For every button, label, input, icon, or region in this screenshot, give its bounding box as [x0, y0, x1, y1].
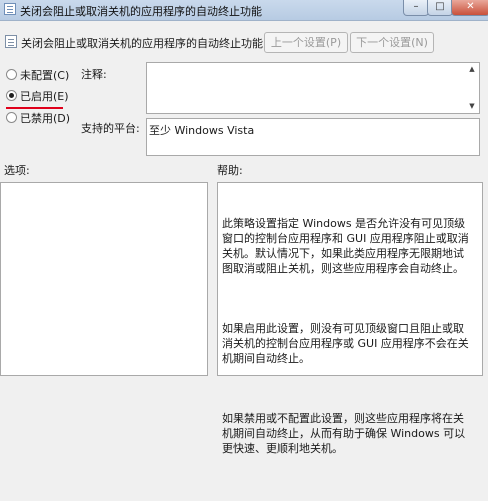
radio-label: 已启用(E): [20, 90, 69, 103]
setting-title: 关闭会阻止或取消关机的应用程序的自动终止功能: [21, 37, 263, 50]
radio-indicator[interactable]: [6, 112, 17, 123]
help-paragraph: 如果禁用或不配置此设置，则这些应用程序将在关机期间自动终止，从而有助于确保 Wi…: [222, 412, 466, 455]
close-button[interactable]: ✕: [451, 0, 488, 16]
window-title: 关闭会阻止或取消关机的应用程序的自动终止功能: [20, 5, 262, 18]
help-paragraph: 此策略设置指定 Windows 是否允许没有可见顶级窗口的控制台应用程序和 GU…: [222, 217, 469, 275]
help-paragraph: 如果启用此设置，则没有可见顶级窗口且阻止或取消关机的控制台应用程序或 GUI 应…: [222, 322, 469, 365]
radio-indicator-selected[interactable]: [6, 90, 17, 101]
comment-label: 注释:: [81, 68, 107, 81]
help-panel: 此策略设置指定 Windows 是否允许没有可见顶级窗口的控制台应用程序和 GU…: [217, 182, 483, 455]
supported-platform-value: 至少 Windows Vista: [149, 124, 255, 137]
options-label: 选项:: [4, 164, 30, 177]
radio-label: 已禁用(D): [20, 112, 71, 125]
supported-platform-label: 支持的平台:: [81, 122, 140, 135]
scroll-up-icon[interactable]: ▲: [466, 64, 478, 75]
help-label: 帮助:: [217, 164, 243, 177]
policy-setting-icon: [5, 35, 17, 48]
comment-field[interactable]: ▲ ▼: [146, 62, 480, 114]
scroll-down-icon[interactable]: ▼: [466, 101, 478, 112]
help-text: 此策略设置指定 Windows 是否允许没有可见顶级窗口的控制台应用程序和 GU…: [222, 186, 474, 501]
next-setting-button[interactable]: 下一个设置(N): [350, 32, 434, 53]
red-underline-annotation: [6, 107, 63, 109]
radio-label: 未配置(C): [20, 69, 70, 82]
policy-icon: [4, 3, 16, 15]
options-panel: [0, 182, 208, 376]
radio-indicator[interactable]: [6, 69, 17, 80]
minimize-button[interactable]: –: [403, 0, 429, 16]
previous-setting-button[interactable]: 上一个设置(P): [264, 32, 348, 53]
title-bar: 关闭会阻止或取消关机的应用程序的自动终止功能 – □ ✕: [0, 0, 488, 21]
maximize-button[interactable]: □: [427, 0, 453, 16]
supported-platform-field: 至少 Windows Vista: [146, 118, 480, 156]
